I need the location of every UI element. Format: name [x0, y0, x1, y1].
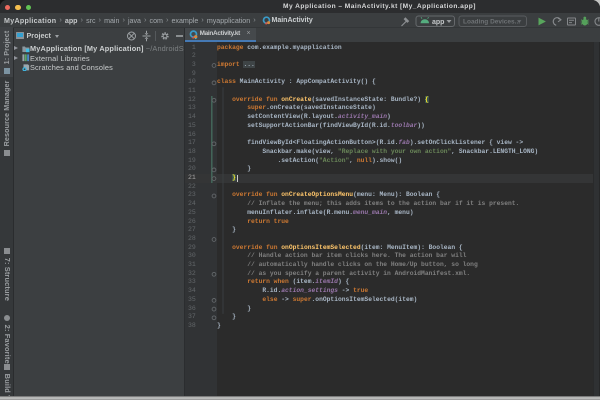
- svg-text:Loading Devices...: Loading Devices...: [463, 19, 520, 26]
- svg-text:app: app: [432, 19, 444, 26]
